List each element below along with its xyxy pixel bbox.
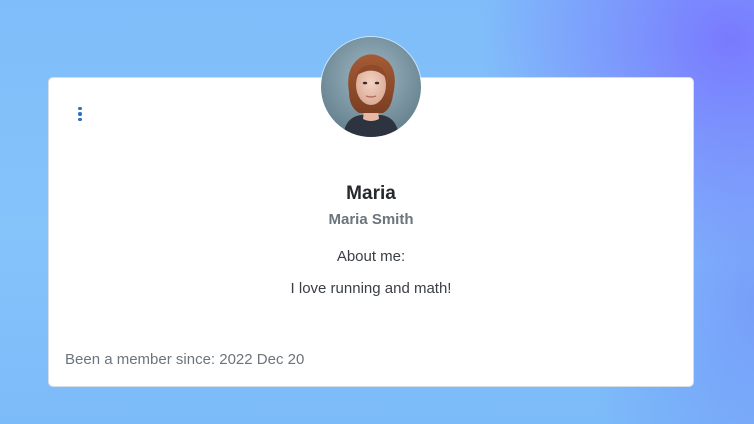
- more-options-icon[interactable]: [73, 104, 87, 124]
- menu-dot: [78, 117, 82, 122]
- menu-dot: [78, 106, 82, 111]
- avatar: [321, 37, 421, 137]
- member-since-text: Been a member since: 2022 Dec 20: [65, 351, 305, 368]
- avatar-photo-icon: [321, 37, 421, 137]
- profile-display-name: Maria: [346, 183, 396, 204]
- about-label: About me:: [336, 248, 406, 265]
- about-text: I love running and math!: [290, 280, 452, 297]
- profile-full-name: Maria Smith: [328, 211, 414, 228]
- menu-dot: [78, 112, 82, 116]
